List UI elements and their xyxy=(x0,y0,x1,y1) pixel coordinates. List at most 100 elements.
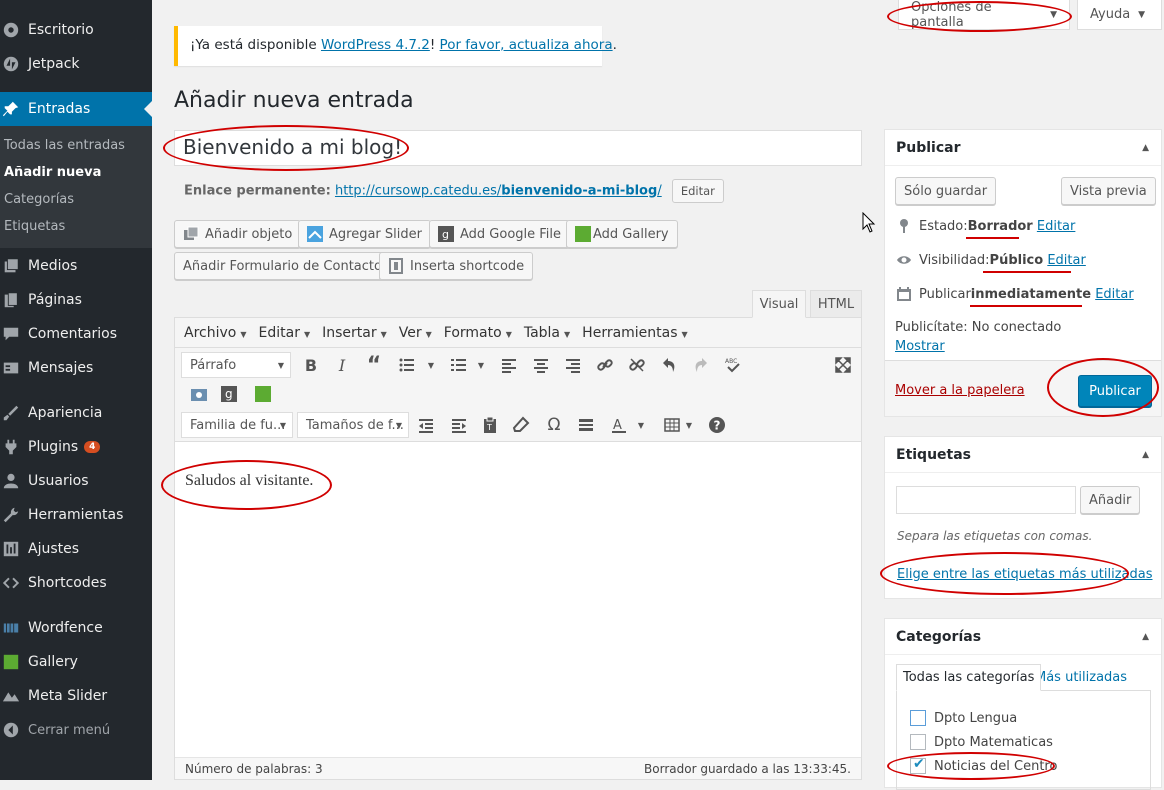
menu-collapse[interactable]: Cerrar menú xyxy=(0,713,152,747)
menu-item-herramientas[interactable]: Herramientas xyxy=(0,498,152,532)
submenu-all-posts[interactable]: Todas las entradas xyxy=(4,138,125,153)
align-center-icon[interactable] xyxy=(529,353,553,377)
menu-item-entradas[interactable]: Entradas xyxy=(0,92,152,126)
menu-item-plugins[interactable]: Plugins 4 xyxy=(0,430,152,464)
caret-down-icon[interactable]: ▼ xyxy=(677,413,701,437)
add-google-file-button[interactable]: g Add Google File xyxy=(429,220,571,248)
menu-formato[interactable]: Formato ▼ xyxy=(444,325,512,341)
unlink-icon[interactable] xyxy=(625,353,649,377)
menu-item-shortcodes[interactable]: Shortcodes xyxy=(0,566,152,600)
menu-item-mensajes[interactable]: Mensajes xyxy=(0,351,152,385)
menu-item-paginas[interactable]: Páginas xyxy=(0,283,152,317)
checkbox[interactable] xyxy=(910,734,926,750)
insert-shortcode-button[interactable]: Inserta shortcode xyxy=(379,252,534,280)
italic-icon[interactable]: I xyxy=(330,353,354,377)
submenu-add-new[interactable]: Añadir nueva xyxy=(4,165,101,180)
most-used-tags-link[interactable]: Elige entre las etiquetas más utilizadas xyxy=(897,567,1152,582)
publish-box-header[interactable]: Publicar xyxy=(885,130,1161,166)
tab-all-categories[interactable]: Todas las categorías xyxy=(896,664,1042,691)
submenu-tags[interactable]: Etiquetas xyxy=(4,219,65,234)
font-size-select[interactable]: Tamaños de f... ▼ xyxy=(297,412,409,438)
blockquote-icon[interactable]: “ xyxy=(362,353,386,378)
google-file-icon[interactable]: g xyxy=(217,382,241,406)
font-family-select[interactable]: Familia de fu... ▼ xyxy=(181,412,293,438)
caret-down-icon[interactable]: ▼ xyxy=(469,353,493,377)
align-left-icon[interactable] xyxy=(497,353,521,377)
omega-icon[interactable]: Ω xyxy=(542,413,566,437)
category-item[interactable]: Dpto Lengua xyxy=(910,710,1017,726)
menu-item-wordfence[interactable]: Wordfence xyxy=(0,611,152,645)
edit-visibility-link[interactable]: Editar xyxy=(1047,253,1086,268)
format-select[interactable]: Párrafo ▼ xyxy=(181,352,291,378)
permalink-link[interactable]: http://cursowp.catedu.es/bienvenido-a-mi… xyxy=(335,184,662,199)
horizontal-line-icon[interactable] xyxy=(574,413,598,437)
add-contact-form-button[interactable]: Añadir Formulario de Contacto xyxy=(174,252,391,280)
spellcheck-icon[interactable]: ABC xyxy=(721,353,745,377)
collapse-arrow-icon[interactable]: ▲ xyxy=(1142,450,1149,460)
checkbox[interactable] xyxy=(910,710,926,726)
save-draft-button[interactable]: Sólo guardar xyxy=(895,177,997,205)
help-icon[interactable]: ? xyxy=(705,413,729,437)
menu-tabla[interactable]: Tabla ▼ xyxy=(524,325,570,341)
new-tag-input[interactable] xyxy=(896,486,1076,514)
outdent-icon[interactable] xyxy=(414,413,438,437)
screen-options-button[interactable]: Opciones de pantalla ▼ xyxy=(898,0,1070,30)
checkbox-checked-icon[interactable] xyxy=(910,756,926,774)
redo-icon[interactable] xyxy=(689,353,713,377)
undo-icon[interactable] xyxy=(657,353,681,377)
post-title-input[interactable]: Bienvenido a mi blog! xyxy=(174,130,862,166)
menu-ver[interactable]: Ver ▼ xyxy=(399,325,432,341)
submenu-categories[interactable]: Categorías xyxy=(4,192,74,207)
caret-down-icon[interactable]: ▼ xyxy=(419,353,443,377)
categories-box-header[interactable]: Categorías xyxy=(885,619,1161,655)
show-publicize-link[interactable]: Mostrar xyxy=(895,339,945,354)
menu-item-medios[interactable]: Medios xyxy=(0,249,152,283)
publish-button[interactable]: Publicar xyxy=(1078,375,1152,407)
add-gallery-button[interactable]: Add Gallery xyxy=(566,220,678,248)
tab-html[interactable]: HTML xyxy=(810,290,862,318)
tab-most-used[interactable]: Más utilizadas xyxy=(1035,670,1127,685)
menu-item-comentarios[interactable]: Comentarios xyxy=(0,317,152,351)
menu-editar[interactable]: Editar ▼ xyxy=(259,325,311,341)
edit-permalink-button[interactable]: Editar xyxy=(671,179,724,203)
preview-button[interactable]: Vista previa xyxy=(1061,177,1156,205)
help-button[interactable]: Ayuda ▼ xyxy=(1077,0,1162,30)
update-now-link[interactable]: Por favor, actualiza ahora xyxy=(440,37,613,53)
add-slider-button[interactable]: Agregar Slider xyxy=(298,220,431,248)
bold-icon[interactable]: B xyxy=(299,353,323,377)
numbered-list-icon[interactable] xyxy=(447,353,471,377)
caret-down-icon[interactable]: ▼ xyxy=(629,413,653,437)
clear-formatting-icon[interactable] xyxy=(509,413,533,437)
menu-insertar[interactable]: Insertar ▼ xyxy=(322,325,387,341)
text-color-icon[interactable]: A xyxy=(607,413,631,437)
tags-box-header[interactable]: Etiquetas xyxy=(885,437,1161,473)
align-right-icon[interactable] xyxy=(561,353,585,377)
gallery-icon[interactable] xyxy=(251,382,275,406)
menu-herramientas[interactable]: Herramientas ▼ xyxy=(582,325,688,341)
menu-item-escritorio[interactable]: Escritorio xyxy=(0,13,152,47)
menu-item-ajustes[interactable]: Ajustes xyxy=(0,532,152,566)
edit-status-link[interactable]: Editar xyxy=(1037,219,1076,234)
collapse-arrow-icon[interactable]: ▲ xyxy=(1142,143,1149,153)
menu-item-jetpack[interactable]: Jetpack xyxy=(0,47,152,81)
category-item[interactable]: Noticias del Centro xyxy=(910,756,1057,774)
move-to-trash-link[interactable]: Mover a la papelera xyxy=(895,383,1025,398)
edit-schedule-link[interactable]: Editar xyxy=(1095,287,1134,302)
photo-insert-icon[interactable] xyxy=(187,382,211,406)
fullscreen-icon[interactable] xyxy=(831,353,855,377)
category-item[interactable]: Dpto Matematicas xyxy=(910,734,1053,750)
menu-item-gallery[interactable]: Gallery xyxy=(0,645,152,679)
editor-content[interactable]: Saludos al visitante. xyxy=(185,472,313,490)
menu-archivo[interactable]: Archivo ▼ xyxy=(184,325,247,341)
add-tag-button[interactable]: Añadir xyxy=(1080,486,1141,514)
bullet-list-icon[interactable] xyxy=(395,353,419,377)
link-icon[interactable] xyxy=(593,353,617,377)
menu-item-apariencia[interactable]: Apariencia xyxy=(0,396,152,430)
menu-item-usuarios[interactable]: Usuarios xyxy=(0,464,152,498)
menu-item-meta-slider[interactable]: Meta Slider xyxy=(0,679,152,713)
collapse-arrow-icon[interactable]: ▲ xyxy=(1142,632,1149,642)
paste-text-icon[interactable]: T xyxy=(478,413,502,437)
tab-visual[interactable]: Visual xyxy=(752,290,806,318)
indent-icon[interactable] xyxy=(447,413,471,437)
wordpress-version-link[interactable]: WordPress 4.7.2 xyxy=(321,37,430,53)
